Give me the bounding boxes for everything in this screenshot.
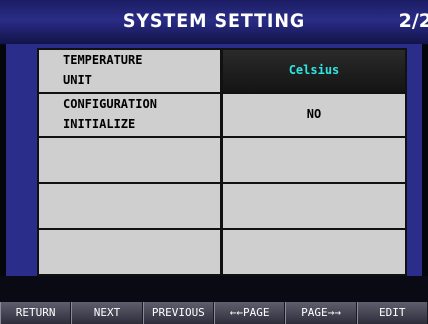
setting-label-empty: [39, 138, 220, 182]
page-forward-button[interactable]: PAGE→→: [285, 302, 357, 324]
settings-table: TEMPERATURE UNIT Celsius CONFIGURATION I…: [37, 48, 407, 276]
edit-button[interactable]: EDIT: [356, 302, 428, 324]
setting-label-line: UNIT: [63, 73, 92, 87]
title-bar: SYSTEM SETTING 2/2: [0, 0, 428, 45]
function-key-bar: RETURN NEXT PREVIOUS ←←PAGE PAGE→→ EDIT: [0, 302, 428, 324]
setting-label-empty: [39, 230, 220, 274]
page-back-button[interactable]: ←←PAGE: [213, 302, 286, 324]
setting-label-line: INITIALIZE: [63, 117, 136, 131]
setting-value-empty: [223, 230, 405, 274]
page-indicator: 2/2: [398, 10, 428, 32]
previous-button[interactable]: PREVIOUS: [142, 302, 214, 324]
setting-label-configuration-initialize: CONFIGURATION INITIALIZE: [39, 94, 220, 136]
system-setting-screen: SYSTEM SETTING 2/2 TEMPERATURE UNIT Cels…: [0, 0, 428, 324]
setting-value-temperature-unit[interactable]: Celsius: [223, 50, 405, 92]
next-button[interactable]: NEXT: [71, 302, 143, 324]
setting-value-text: NO: [306, 107, 322, 121]
return-button[interactable]: RETURN: [0, 302, 72, 324]
setting-value-empty: [223, 184, 405, 228]
page-title: SYSTEM SETTING: [122, 10, 306, 32]
setting-value-text: Celsius: [288, 63, 340, 77]
setting-label-empty: [39, 184, 220, 228]
setting-value-configuration-initialize[interactable]: NO: [223, 94, 405, 136]
status-strip: [0, 276, 428, 302]
setting-label-line: TEMPERATURE: [63, 53, 143, 67]
setting-value-empty: [223, 138, 405, 182]
setting-label-temperature-unit: TEMPERATURE UNIT: [39, 50, 220, 92]
setting-label-line: CONFIGURATION: [63, 97, 157, 111]
